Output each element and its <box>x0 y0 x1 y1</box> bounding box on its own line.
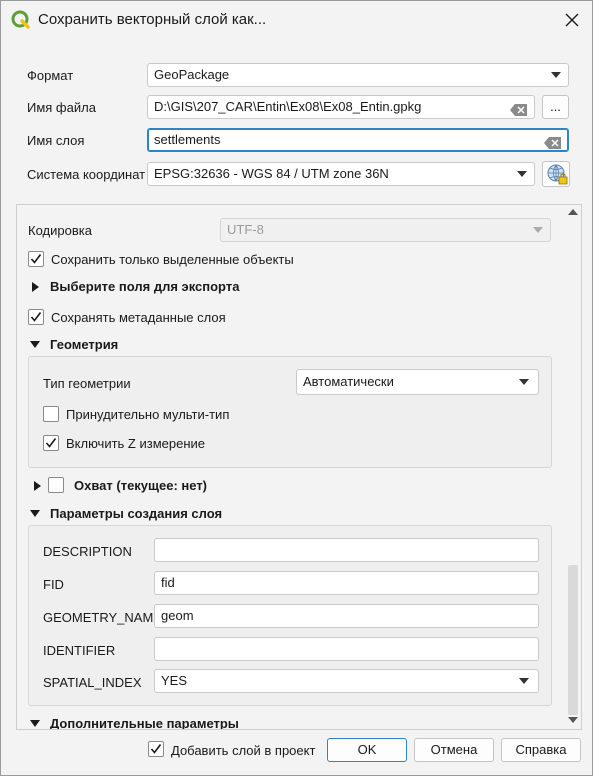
force-multi-checkbox[interactable] <box>43 406 59 422</box>
checkmark-icon <box>150 744 162 754</box>
layer-option-input[interactable]: geom <box>154 604 539 628</box>
clear-icon[interactable] <box>510 101 528 118</box>
close-button[interactable] <box>557 7 587 33</box>
layer-option-label: GEOMETRY_NAME <box>43 610 162 625</box>
save-selected-checkbox[interactable] <box>28 251 44 267</box>
globe-icon <box>547 164 568 185</box>
clear-icon[interactable] <box>544 134 562 151</box>
layer-option-label: FID <box>43 577 64 592</box>
geometry-type-label: Тип геометрии <box>43 376 131 391</box>
checkmark-icon <box>30 254 42 264</box>
geometry-section-header[interactable]: Геометрия <box>50 337 118 352</box>
browse-button[interactable]: ... <box>542 95 569 119</box>
layer-option-label: IDENTIFIER <box>43 643 116 658</box>
save-vector-layer-dialog: Сохранить векторный слой как... Формат G… <box>0 0 593 776</box>
format-value: GeoPackage <box>154 67 230 82</box>
geometry-type-value: Автоматически <box>303 374 394 389</box>
expand-arrow-icon[interactable] <box>32 282 39 292</box>
crs-value: EPSG:32636 - WGS 84 / UTM zone 36N <box>154 166 389 181</box>
chevron-down-icon <box>519 379 529 385</box>
vertical-scrollbar[interactable] <box>565 205 581 729</box>
extra-options-section-header[interactable]: Дополнительные параметры <box>50 716 239 729</box>
chevron-down-icon <box>517 171 527 177</box>
add-to-project-checkbox[interactable] <box>148 741 164 757</box>
encoding-value: UTF-8 <box>227 222 264 237</box>
encoding-label: Кодировка <box>28 223 92 238</box>
layer-option-label: DESCRIPTION <box>43 544 132 559</box>
chevron-down-icon <box>533 227 543 233</box>
scroll-down-icon[interactable] <box>568 717 578 723</box>
cancel-button[interactable]: Отмена <box>414 738 494 762</box>
save-selected-label: Сохранить только выделенные объекты <box>51 252 294 267</box>
format-label: Формат <box>27 68 74 83</box>
layer-option-input[interactable] <box>154 538 539 562</box>
spatial-index-select[interactable]: YES <box>154 669 539 693</box>
crs-selector-button[interactable] <box>542 161 570 187</box>
force-multi-label: Принудительно мульти-тип <box>66 407 230 422</box>
collapse-arrow-icon[interactable] <box>30 510 40 517</box>
ok-button[interactable]: OK <box>327 738 407 762</box>
save-metadata-checkbox[interactable] <box>28 309 44 325</box>
layer-options-group: DESCRIPTION FID fid GEOMETRY_NAME geom I… <box>28 525 552 706</box>
crs-label: Система координат <box>27 167 146 182</box>
chevron-down-icon <box>551 72 561 78</box>
include-z-label: Включить Z измерение <box>66 436 206 451</box>
format-select[interactable]: GeoPackage <box>147 63 569 87</box>
fields-section-header[interactable]: Выберите поля для экспорта <box>50 279 239 294</box>
encoding-select: UTF-8 <box>220 218 551 242</box>
close-icon <box>565 13 579 27</box>
save-metadata-label: Сохранять метаданные слоя <box>51 310 226 325</box>
title-bar: Сохранить векторный слой как... <box>1 1 592 39</box>
checkmark-icon <box>30 312 42 322</box>
layer-options-section-header[interactable]: Параметры создания слоя <box>50 506 222 521</box>
layername-label: Имя слоя <box>27 133 85 148</box>
geometry-type-select[interactable]: Автоматически <box>296 369 539 395</box>
layername-input[interactable]: settlements <box>147 128 569 152</box>
collapse-arrow-icon[interactable] <box>30 341 40 348</box>
spatial-index-value: YES <box>161 673 188 688</box>
layername-value: settlements <box>154 132 221 147</box>
filename-input[interactable]: D:\GIS\207_CAR\Entin\Ex08\Ex08_Entin.gpk… <box>147 95 535 119</box>
layer-option-label: SPATIAL_INDEX <box>43 675 142 690</box>
include-z-checkbox[interactable] <box>43 435 59 451</box>
window-title: Сохранить векторный слой как... <box>38 11 267 28</box>
geometry-group: Тип геометрии Автоматически Принудительн… <box>28 356 552 468</box>
extent-checkbox[interactable] <box>48 477 64 493</box>
help-button[interactable]: Справка <box>501 738 581 762</box>
collapse-arrow-icon[interactable] <box>30 720 40 727</box>
extent-section-header[interactable]: Охват (текущее: нет) <box>74 478 207 493</box>
chevron-down-icon <box>519 678 529 684</box>
scrollbar-thumb[interactable] <box>568 565 578 715</box>
layer-option-input[interactable] <box>154 637 539 661</box>
crs-select[interactable]: EPSG:32636 - WGS 84 / UTM zone 36N <box>147 162 535 186</box>
qgis-logo-icon <box>11 10 31 30</box>
expand-arrow-icon[interactable] <box>34 481 41 491</box>
options-scroll-area[interactable]: Кодировка UTF-8 Сохранить только выделен… <box>16 204 582 730</box>
filename-value: D:\GIS\207_CAR\Entin\Ex08\Ex08_Entin.gpk… <box>154 99 422 114</box>
scroll-up-icon[interactable] <box>568 209 578 215</box>
layer-option-input[interactable]: fid <box>154 571 539 595</box>
add-to-project-label: Добавить слой в проект <box>171 743 316 758</box>
filename-label: Имя файла <box>27 100 96 115</box>
checkmark-icon <box>45 438 57 448</box>
